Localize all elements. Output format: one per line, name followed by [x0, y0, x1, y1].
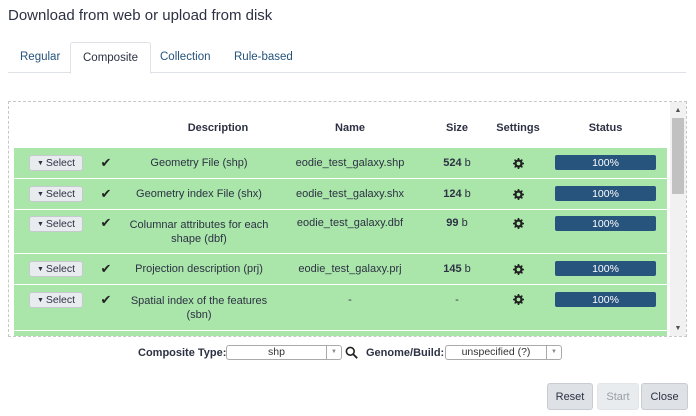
status-progress-bar: 100% [555, 186, 656, 201]
chevron-down-icon: ▼ [546, 346, 561, 359]
row-size: 524 b [443, 157, 471, 169]
gear-icon[interactable] [506, 210, 530, 236]
row-description: Spatial index of the features (sbn) [130, 294, 268, 321]
gear-icon[interactable] [506, 179, 530, 209]
table-row: ▼ Select ✔ Columnar attributes for each s… [14, 209, 667, 253]
status-progress-bar: 100% [555, 292, 656, 307]
gear-icon[interactable] [506, 254, 530, 284]
upload-tabs: Regular Composite Collection Rule-based [8, 42, 686, 74]
table-row [14, 330, 667, 336]
start-button[interactable]: Start [597, 383, 639, 410]
scroll-thumb[interactable] [672, 118, 684, 194]
table-row: ▼ Select ✔ Geometry File (shp) eodie_test… [14, 147, 667, 178]
row-name: - [348, 293, 352, 306]
select-button[interactable]: ▼ Select [29, 261, 83, 277]
row-name: eodie_test_galaxy.dbf [296, 217, 404, 229]
check-icon: ✔ [100, 155, 112, 170]
caret-down-icon: ▼ [36, 190, 44, 198]
check-icon: ✔ [100, 215, 112, 230]
status-progress-bar: 100% [555, 216, 656, 231]
tab-regular[interactable]: Regular [8, 42, 72, 73]
table-row: ▼ Select ✔ Spatial index of the features … [14, 284, 667, 330]
close-button[interactable]: Close [641, 383, 688, 410]
upload-box: Description Name Size Settings Status ▼ S… [8, 101, 687, 337]
select-button[interactable]: ▼ Select [29, 292, 83, 308]
select-button[interactable]: ▼ Select [29, 216, 83, 232]
scroll-down-arrow-icon[interactable]: ▼ [670, 321, 686, 335]
dialog-title: Download from web or upload from disk [8, 7, 273, 24]
status-progress-bar: 100% [555, 261, 656, 276]
search-icon[interactable] [345, 346, 358, 359]
check-icon: ✔ [100, 261, 112, 276]
chevron-down-icon: ▼ [326, 346, 341, 359]
genome-build-select[interactable]: unspecified (?) ▼ [445, 345, 562, 360]
check-icon: ✔ [100, 291, 112, 307]
gear-icon[interactable] [506, 148, 530, 178]
row-description: Geometry File (shp) [150, 157, 248, 169]
row-size: 145 b [443, 263, 471, 275]
header-description: Description [187, 122, 249, 134]
table-row: ▼ Select ✔ Geometry index File (shx) eodi… [14, 178, 667, 209]
tab-rule-based[interactable]: Rule-based [222, 42, 305, 73]
tab-collection[interactable]: Collection [148, 42, 223, 73]
table-row: ▼ Select ✔ Projection description (prj) e… [14, 253, 667, 284]
composite-options: Composite Type: shp ▼ Genome/Build: unsp… [0, 344, 696, 362]
upload-table: Description Name Size Settings Status ▼ S… [14, 114, 667, 336]
select-button[interactable]: ▼ Select [29, 155, 83, 171]
table-header: Description Name Size Settings Status [14, 114, 667, 143]
row-description: Geometry index File (shx) [136, 188, 262, 200]
header-settings: Settings [496, 122, 540, 134]
composite-type-select[interactable]: shp ▼ [226, 345, 342, 360]
reset-button[interactable]: Reset [547, 383, 593, 410]
genome-build-label: Genome/Build: [366, 347, 445, 359]
header-status: Status [588, 122, 623, 134]
table-scrollbar[interactable]: ▲ ▼ [670, 102, 686, 336]
caret-down-icon: ▼ [36, 265, 44, 273]
row-size: 99 b [446, 217, 468, 229]
row-name: eodie_test_galaxy.shp [295, 157, 405, 169]
tab-composite[interactable]: Composite [70, 42, 151, 74]
header-name: Name [335, 122, 365, 134]
select-button[interactable]: ▼ Select [29, 186, 83, 202]
row-description: Columnar attributes for each shape (dbf) [129, 218, 269, 245]
status-progress-bar: 100% [555, 155, 656, 170]
row-name: eodie_test_galaxy.shx [295, 188, 405, 200]
composite-type-label: Composite Type: [138, 347, 227, 359]
check-icon: ✔ [100, 186, 112, 201]
header-size: Size [445, 122, 468, 134]
caret-down-icon: ▼ [36, 159, 44, 167]
caret-down-icon: ▼ [36, 220, 44, 228]
gear-icon[interactable] [506, 285, 530, 314]
caret-down-icon: ▼ [36, 296, 44, 304]
row-description: Projection description (prj) [135, 263, 263, 275]
row-name: eodie_test_galaxy.prj [298, 263, 402, 275]
row-size: - [455, 293, 459, 306]
scroll-up-arrow-icon[interactable]: ▲ [670, 103, 686, 117]
row-size: 124 b [443, 188, 471, 200]
